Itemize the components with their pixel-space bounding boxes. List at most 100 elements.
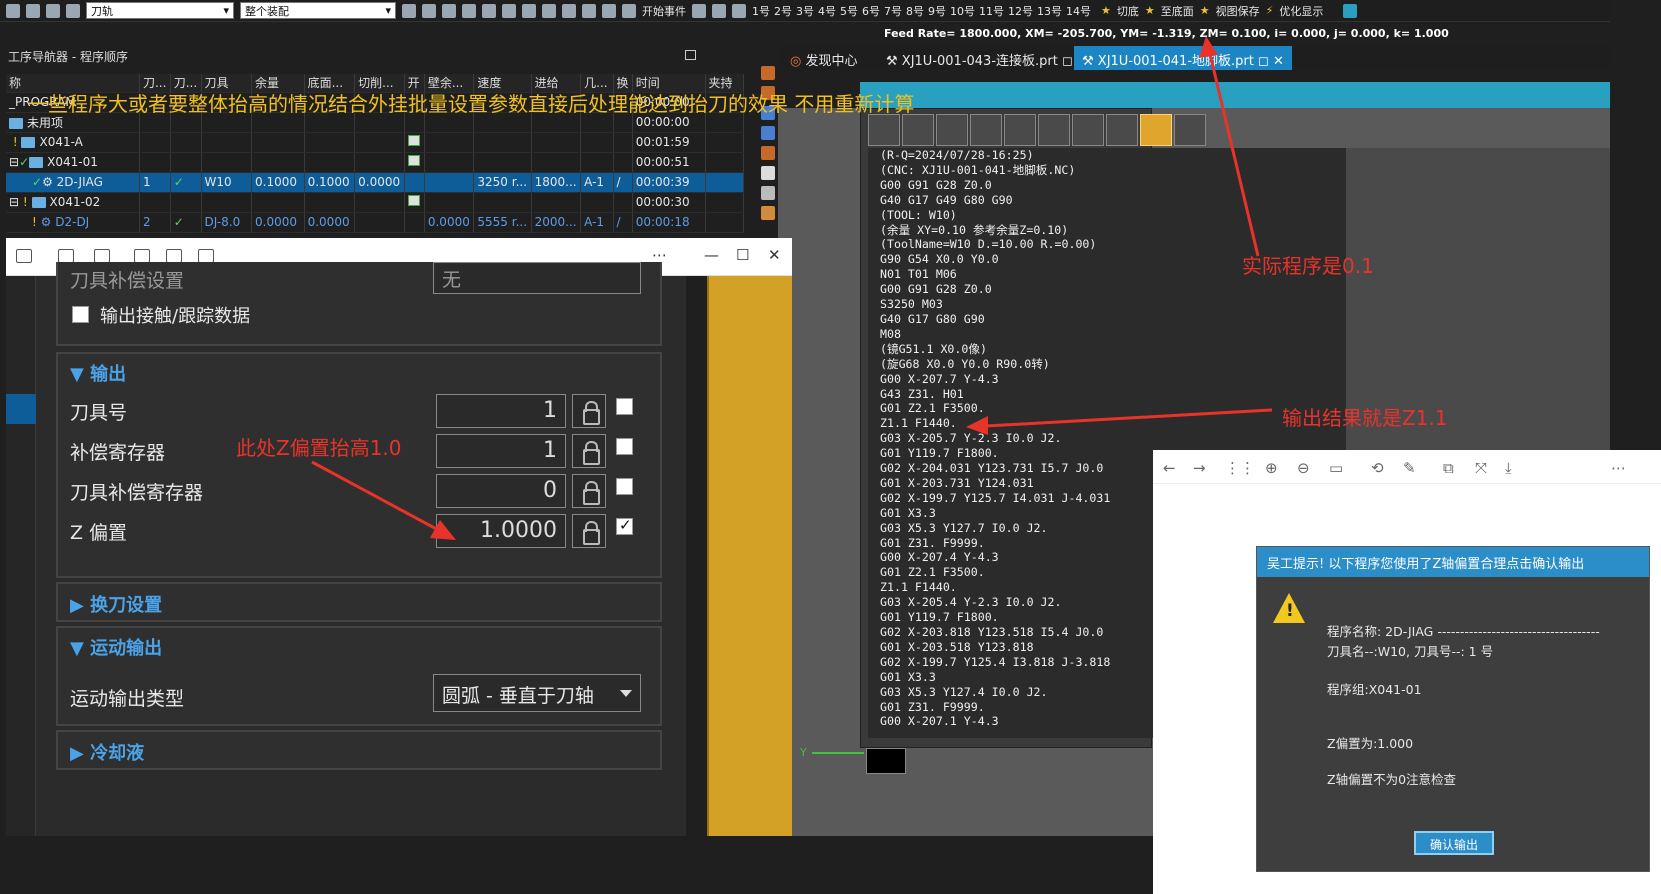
layer-icon[interactable] [712, 3, 726, 18]
view-button[interactable]: 10号 [950, 5, 975, 18]
arrow-icon[interactable] [602, 3, 616, 18]
cross-icon[interactable] [482, 3, 496, 18]
view-button[interactable]: 9号 [928, 5, 946, 18]
edit-icon[interactable]: ✎ [1403, 459, 1416, 477]
forward-icon[interactable]: → [1193, 459, 1206, 477]
lock-icon[interactable] [572, 394, 606, 428]
cut-icon[interactable] [936, 114, 968, 146]
shade-icon[interactable] [562, 3, 576, 18]
view-button[interactable]: 14号 [1066, 5, 1091, 18]
minimize-icon[interactable]: — [704, 246, 719, 264]
copy-icon[interactable] [970, 114, 1002, 146]
view-button[interactable]: 4号 [818, 5, 836, 18]
view-button[interactable]: 11号 [979, 5, 1004, 18]
tool-comp-register-checkbox[interactable] [616, 478, 633, 495]
close-icon[interactable]: ✕ [768, 246, 781, 264]
collapse-icon[interactable]: ⊟ [9, 195, 19, 209]
tool-change-header[interactable]: ▶ 换刀设置 [58, 591, 660, 617]
view-button[interactable]: 7号 [884, 5, 902, 18]
save-icon[interactable] [46, 3, 60, 18]
table-row[interactable]: ! X041-A 00:01:59 [6, 132, 744, 153]
view-button[interactable]: 6号 [862, 5, 880, 18]
assembly-combo[interactable]: 整个装配 ▾ [240, 2, 396, 19]
grid-icon[interactable] [692, 3, 706, 18]
rotate-icon[interactable] [58, 249, 74, 263]
eye-icon[interactable] [1343, 3, 1358, 18]
edit-icon[interactable] [94, 249, 110, 263]
cube-icon[interactable] [522, 3, 536, 18]
comp-register-field[interactable]: 1 [436, 434, 566, 468]
table-row[interactable]: ⊟✓ X041-01 00:00:51 [6, 152, 744, 173]
view-button[interactable]: 1号 [752, 5, 770, 18]
zoom-in-icon[interactable]: ⊕ [1265, 459, 1278, 477]
select-icon[interactable] [402, 3, 416, 18]
output-section-header[interactable]: ▼ 输出 [58, 360, 660, 386]
z-offset-checkbox[interactable] [616, 516, 633, 535]
table-row-selected[interactable]: ✓⚙ 2D-JIAG 1 ✓ W10 0.1000 0.1000 0.0000 … [6, 172, 744, 193]
zoom-out-icon[interactable]: ⊖ [1297, 459, 1310, 477]
crop-icon[interactable] [166, 249, 182, 263]
edit-icon[interactable] [582, 3, 596, 18]
snap-icon[interactable] [422, 3, 436, 18]
new-icon[interactable] [6, 3, 20, 18]
print-icon[interactable] [902, 114, 934, 146]
maximize-icon[interactable] [685, 50, 696, 60]
crop-icon[interactable]: ⤧ [1475, 459, 1487, 477]
resource-icon[interactable] [761, 146, 775, 160]
start-event-button[interactable]: 开始事件 [642, 3, 686, 19]
extract-icon[interactable]: ⧉ [1443, 459, 1454, 477]
coolant-header[interactable]: ▶ 冷却液 [58, 739, 660, 765]
resource-icon[interactable] [761, 186, 775, 200]
table-row[interactable]: ! ⚙ D2-DJ 2 ✓ DJ-8.0 0.0000 0.0000 0.000… [6, 212, 744, 233]
more-icon[interactable]: ⋯ [1611, 459, 1626, 477]
render-icon[interactable] [542, 3, 556, 18]
view-icon[interactable] [732, 3, 746, 18]
circle-icon[interactable] [442, 3, 456, 18]
panel-icon[interactable] [16, 249, 32, 263]
tool-number-checkbox[interactable] [616, 398, 633, 415]
collapse-icon[interactable]: ⊟ [9, 155, 19, 169]
view-button[interactable]: 2号 [774, 5, 792, 18]
minimize-icon[interactable] [1174, 114, 1206, 146]
event-icon[interactable] [622, 3, 636, 18]
save-icon[interactable] [868, 114, 900, 146]
view-button[interactable]: 8号 [906, 5, 924, 18]
tab-part-041[interactable]: ⚒ XJ1U-001-041-地脚板.prt ◻ ✕ [1074, 46, 1292, 70]
view-button[interactable]: 13号 [1037, 5, 1062, 18]
rotate-icon[interactable]: ⟲ [1371, 459, 1384, 477]
tab-discovery-center[interactable]: ◎ 发现中心 [782, 46, 866, 70]
target-icon[interactable] [1072, 114, 1104, 146]
lock-icon[interactable] [572, 434, 606, 468]
resource-icon[interactable] [761, 166, 775, 180]
box-icon[interactable] [502, 3, 516, 18]
resource-icon[interactable] [761, 206, 775, 220]
download-icon[interactable] [198, 249, 214, 263]
view-button[interactable]: 5号 [840, 5, 858, 18]
wrap-icon[interactable] [1140, 114, 1172, 146]
open-icon[interactable] [26, 3, 40, 18]
view-button[interactable]: 12号 [1008, 5, 1033, 18]
delete-icon[interactable] [1038, 114, 1070, 146]
extract-icon[interactable] [134, 249, 150, 263]
comp-dropdown[interactable]: 无 [433, 262, 641, 294]
print-icon[interactable] [66, 3, 80, 18]
view-button[interactable]: 3号 [796, 5, 814, 18]
z-offset-field[interactable]: 1.0000 [436, 514, 566, 548]
tool-number-field[interactable]: 1 [436, 394, 566, 428]
confirm-output-button[interactable]: 确认输出 [1414, 831, 1494, 855]
back-icon[interactable]: ← [1163, 459, 1176, 477]
optimize-display-button[interactable]: 优化显示 [1279, 3, 1323, 19]
save-view-button[interactable]: 视图保存 [1216, 3, 1260, 19]
motion-output-header[interactable]: ▼ 运动输出 [58, 634, 660, 660]
resource-icon[interactable] [761, 126, 775, 140]
lock-icon[interactable] [572, 514, 606, 548]
tab-part-043[interactable]: ⚒ XJ1U-001-043-连接板.prt ◻ [878, 46, 1081, 70]
resource-icon[interactable] [761, 66, 775, 80]
lock-icon[interactable] [572, 474, 606, 508]
grid-icon[interactable]: ⋮⋮ [1225, 459, 1255, 477]
close-icon[interactable]: ✕ [1273, 54, 1284, 69]
tool-comp-register-field[interactable]: 0 [436, 474, 566, 508]
output-contact-checkbox[interactable] [72, 306, 89, 323]
cut-face-button[interactable]: 切底 [1117, 3, 1139, 19]
to-bottom-button[interactable]: 至底面 [1161, 3, 1194, 19]
